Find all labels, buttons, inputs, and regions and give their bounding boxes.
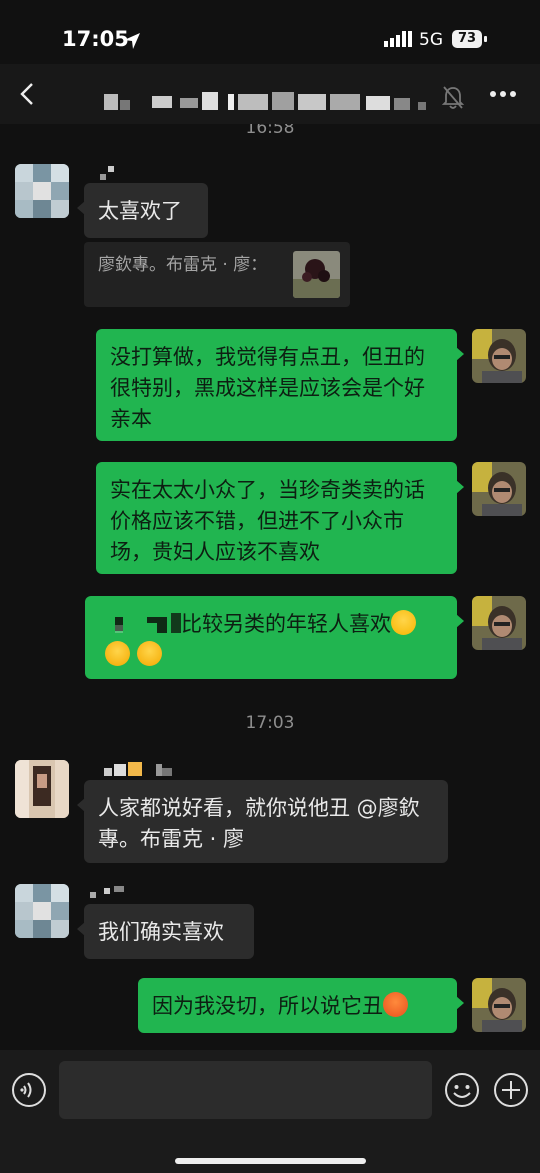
message-bubble[interactable]: 太喜欢了	[77, 183, 208, 238]
winking-tongue-emoji-icon	[391, 610, 416, 635]
message-bubble[interactable]: 人家都说好看，就你说他丑 @廖欽專。布雷克 · 廖	[77, 780, 448, 863]
sender-name-pixelated	[100, 166, 114, 180]
message-text: 因为我没切，所以说它丑	[152, 994, 383, 1018]
avatar[interactable]	[472, 462, 526, 516]
more-dots-icon[interactable]	[489, 90, 517, 98]
emoji-icon[interactable]	[444, 1072, 480, 1108]
avatar[interactable]	[472, 329, 526, 383]
home-indicator	[175, 1158, 366, 1164]
message-bubble[interactable]: 我们确实喜欢	[77, 904, 254, 959]
quoted-message[interactable]: 廖欽專。布雷克 · 廖：	[84, 242, 350, 307]
input-bar	[0, 1050, 540, 1173]
chat-message-list[interactable]: 16:58 太喜欢了 廖欽專。布雷克 · 廖： 没打算做，我觉得有点丑，但丑的很…	[0, 124, 540, 1050]
timestamp: 16:58	[245, 124, 295, 138]
voice-icon[interactable]	[11, 1072, 47, 1108]
message-bubble[interactable]: 没打算做，我觉得有点丑，但丑的很特别，黑成这样是应该会是个好亲本	[96, 329, 464, 441]
chat-header	[0, 64, 540, 124]
network-type: 5G	[419, 30, 443, 50]
plus-icon[interactable]	[493, 1072, 529, 1108]
message-bubble[interactable]: 因为我没切，所以说它丑	[138, 978, 464, 1033]
mute-bell-icon	[441, 86, 465, 109]
signal-icon	[384, 31, 412, 47]
status-time: 17:05	[62, 27, 129, 51]
quoted-photo-thumbnail[interactable]	[293, 251, 340, 298]
grimacing-emoji-icon	[136, 641, 162, 666]
avatar[interactable]	[15, 164, 69, 218]
back-chevron-icon[interactable]	[16, 82, 40, 106]
grinning-squint-emoji-icon	[105, 641, 130, 666]
avatar[interactable]	[15, 884, 69, 938]
status-bar: 17:05 5G 73	[0, 0, 540, 64]
avatar[interactable]	[472, 596, 526, 650]
message-input[interactable]	[59, 1061, 432, 1119]
sender-name-pixelated	[90, 886, 124, 898]
sender-name-pixelated	[104, 762, 172, 776]
message-bubble[interactable]: 比较另类的年轻人喜欢	[85, 596, 464, 679]
location-arrow-icon	[124, 33, 140, 49]
angry-face-emoji-icon	[383, 992, 408, 1017]
avatar[interactable]	[15, 760, 69, 818]
timestamp: 17:03	[245, 713, 295, 733]
avatar[interactable]	[472, 978, 526, 1032]
message-text: 比较另类的年轻人喜欢	[181, 612, 391, 636]
battery-indicator: 73	[452, 30, 487, 48]
pixelated-mention	[115, 613, 181, 633]
quote-text: 廖欽專。布雷克 · 廖：	[98, 255, 268, 275]
chat-title-pixelated	[104, 92, 426, 110]
message-bubble[interactable]: 实在太太小众了，当珍奇类卖的话价格应该不错，但进不了小众市场，贵妇人应该不喜欢	[96, 462, 464, 574]
